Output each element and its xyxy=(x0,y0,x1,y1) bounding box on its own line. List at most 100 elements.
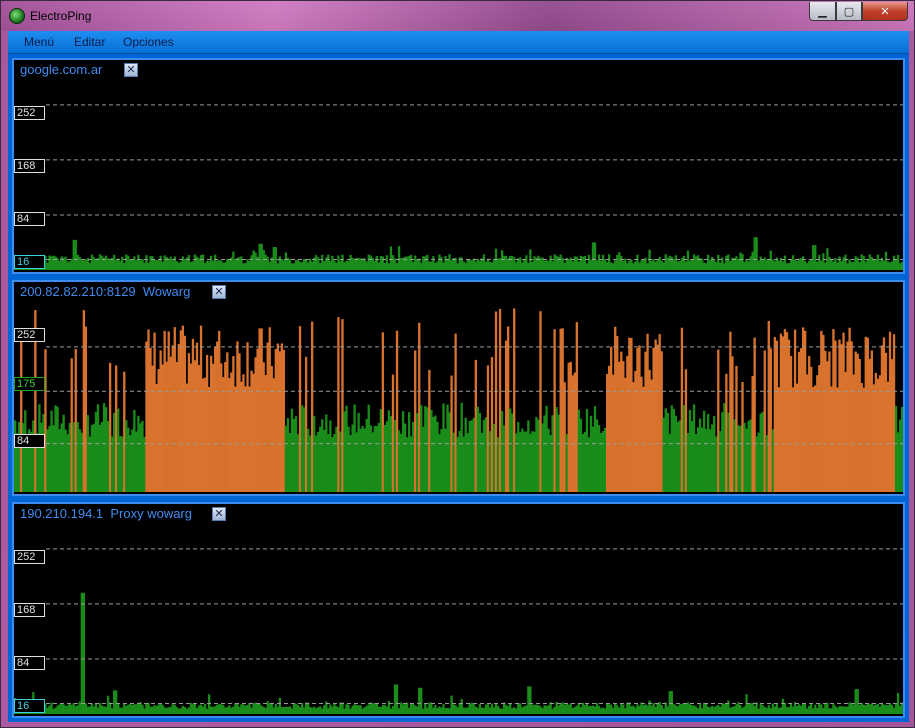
ping-bar xyxy=(100,705,104,714)
ping-bar xyxy=(597,425,601,492)
ping-bar xyxy=(713,707,716,714)
ping-bar xyxy=(880,703,884,714)
ping-bar xyxy=(290,408,294,492)
ping-bar xyxy=(852,704,855,714)
ping-bar xyxy=(339,260,342,270)
ping-bar xyxy=(177,708,180,714)
ping-bar xyxy=(183,335,187,492)
ping-bar xyxy=(187,255,191,270)
ping-bar xyxy=(896,432,900,492)
ping-bar xyxy=(563,262,566,270)
ping-bar xyxy=(504,255,508,270)
ping-bar xyxy=(106,258,110,270)
ping-bar xyxy=(622,704,625,714)
ping-bar xyxy=(367,404,370,492)
ping-bar xyxy=(169,256,172,270)
ping-bar xyxy=(668,691,671,714)
ping-bar xyxy=(321,254,324,270)
ping-bar xyxy=(327,254,330,270)
ping-bar xyxy=(595,419,599,492)
ping-bar xyxy=(864,261,867,270)
title-bar[interactable]: ElectroPing ▁ ▢ ✕ xyxy=(1,1,914,31)
ping-bar xyxy=(315,708,318,714)
ping-bar xyxy=(282,706,286,714)
ping-bar xyxy=(403,256,407,270)
ping-bar xyxy=(92,706,96,714)
ping-bar xyxy=(175,362,178,492)
maximize-button[interactable]: ▢ xyxy=(836,2,862,21)
ping-bar xyxy=(129,703,132,714)
ping-bar xyxy=(608,365,611,492)
ping-bar xyxy=(153,259,156,270)
menu-item-editar[interactable]: Editar xyxy=(74,35,105,49)
ping-bar xyxy=(230,372,233,492)
ping-bar xyxy=(601,254,605,270)
ping-bar xyxy=(791,387,795,492)
ping-bar xyxy=(418,687,421,714)
remove-host-icon[interactable]: ✕ xyxy=(212,507,226,521)
ping-bar xyxy=(195,256,199,270)
ping-bar xyxy=(591,426,595,492)
ping-bar xyxy=(874,259,878,270)
ping-bar xyxy=(628,260,631,270)
ping-bar xyxy=(351,424,354,492)
ping-bar xyxy=(430,261,433,270)
menu-item-menu[interactable]: Menú xyxy=(24,35,54,49)
ping-bar xyxy=(108,259,112,270)
ping-bar xyxy=(205,260,209,270)
ping-bar xyxy=(595,260,599,270)
ping-bar xyxy=(341,702,344,714)
ping-bar xyxy=(830,259,833,270)
ping-bar xyxy=(591,705,595,714)
ping-bar xyxy=(62,704,65,714)
remove-host-icon[interactable]: ✕ xyxy=(124,63,138,77)
ping-bar xyxy=(668,255,671,270)
minimize-button[interactable]: ▁ xyxy=(809,2,836,21)
ping-bar xyxy=(319,426,322,492)
ping-bar xyxy=(818,703,821,714)
ping-bar xyxy=(276,706,279,714)
menu-item-opciones[interactable]: Opciones xyxy=(123,35,174,49)
ping-bar xyxy=(371,703,374,714)
ping-bar xyxy=(638,705,641,714)
ping-bar xyxy=(234,259,237,270)
ping-bar xyxy=(553,706,556,714)
ping-bar xyxy=(167,707,170,714)
ping-bar xyxy=(80,260,83,270)
ping-bar xyxy=(799,348,803,492)
ping-bar xyxy=(838,339,841,492)
ping-bar xyxy=(642,259,645,270)
ping-bar xyxy=(557,256,560,270)
ping-bar xyxy=(531,262,534,270)
ping-bar xyxy=(197,258,201,270)
ping-bar xyxy=(38,404,41,492)
ping-bar xyxy=(496,258,500,270)
ping-bar xyxy=(410,703,413,714)
remove-host-icon[interactable]: ✕ xyxy=(212,285,226,299)
close-button[interactable]: ✕ xyxy=(862,2,908,21)
ping-bar xyxy=(624,708,627,714)
ping-bar xyxy=(490,357,494,492)
ping-bar xyxy=(129,259,132,270)
ping-bar xyxy=(18,421,21,492)
ping-bar xyxy=(777,260,781,270)
ping-bar xyxy=(834,706,837,714)
ping-bar xyxy=(349,254,352,270)
ping-bar xyxy=(488,261,492,270)
ping-bar xyxy=(884,352,888,492)
ping-bar xyxy=(480,707,484,714)
ping-bar xyxy=(898,263,902,270)
ping-bar xyxy=(795,383,799,492)
ping-bar xyxy=(270,702,273,714)
ping-bar xyxy=(238,706,241,714)
ping-bar xyxy=(498,708,502,714)
ping-bar xyxy=(395,330,399,492)
ping-bar xyxy=(777,387,781,492)
ping-bar xyxy=(830,386,833,492)
ping-bar xyxy=(60,256,63,270)
ping-bar xyxy=(412,261,415,270)
ping-bar xyxy=(155,384,158,492)
ping-bar xyxy=(860,383,863,492)
ping-bar xyxy=(591,242,595,270)
ping-bar xyxy=(700,708,704,714)
